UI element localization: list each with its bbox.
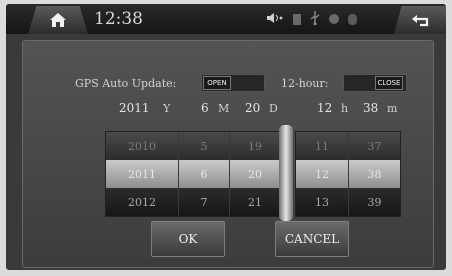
hour-option-selected[interactable]: 12 [296,160,348,188]
home-button[interactable] [28,6,88,34]
gps-auto-update-value: OPEN [203,76,231,90]
month-column[interactable]: 5 6 7 [179,132,230,216]
header-month: 6 [201,101,209,115]
hour-format-label: 12-hour: [281,77,329,90]
minute-option-next[interactable]: 39 [349,188,400,216]
year-column[interactable]: 2010 2011 2012 [106,132,179,216]
minute-option-prev[interactable]: 37 [349,132,400,160]
day-column[interactable]: 19 20 21 [230,132,280,216]
month-option-selected[interactable]: 6 [179,160,229,188]
back-icon [412,15,429,27]
header-day: 20 [245,101,261,115]
cancel-button[interactable]: CANCEL [275,221,349,257]
usb-icon [310,10,320,28]
header-month-unit: M [218,102,230,115]
time-settings-dialog: GPS Auto Update: OPEN 12-hour: CLOSE 201… [22,40,434,268]
minute-column[interactable]: 37 38 39 [349,132,400,216]
status-bar: 12:38 [6,4,446,34]
gps-icon [329,14,339,24]
header-minute-unit: m [387,102,398,115]
picker-divider [279,125,293,221]
status-icons [266,10,357,28]
home-icon [50,13,66,27]
day-option-prev[interactable]: 19 [230,132,280,160]
ok-button[interactable]: OK [151,221,225,257]
header-day-unit: D [269,102,278,115]
hour-column[interactable]: 11 12 13 [296,132,349,216]
month-option-prev[interactable]: 5 [179,132,229,160]
hour-option-prev[interactable]: 11 [296,132,348,160]
minute-option-selected[interactable]: 38 [349,160,400,188]
header-hour-unit: h [341,102,349,115]
month-option-next[interactable]: 7 [179,188,229,216]
hour-format-value: CLOSE [375,76,403,90]
day-option-next[interactable]: 21 [230,188,280,216]
header-minute: 38 [363,101,379,115]
back-button[interactable] [394,6,446,34]
sd-card-icon [293,13,301,25]
year-option-prev[interactable]: 2010 [106,132,178,160]
year-option-next[interactable]: 2012 [106,188,178,216]
header-hour: 12 [317,101,333,115]
date-picker: 2010 2011 2012 5 6 7 19 20 21 [105,131,281,217]
gps-auto-update-label: GPS Auto Update: [75,77,177,90]
screen: 12:38 GPS Auto Update: OPEN 12-hour: CLO… [6,4,446,270]
hour-format-toggle[interactable]: CLOSE [343,74,407,92]
gps-auto-update-toggle[interactable]: OPEN [201,74,265,92]
day-option-selected[interactable]: 20 [230,160,280,188]
hour-option-next[interactable]: 13 [296,188,348,216]
volume-icon [266,12,284,27]
clock: 12:38 [94,9,143,29]
header-year: 2011 [119,101,150,115]
year-option-selected[interactable]: 2011 [106,160,178,188]
header-year-unit: Y [163,102,171,115]
bluetooth-icon [348,13,357,25]
time-picker: 11 12 13 37 38 39 [295,131,401,217]
